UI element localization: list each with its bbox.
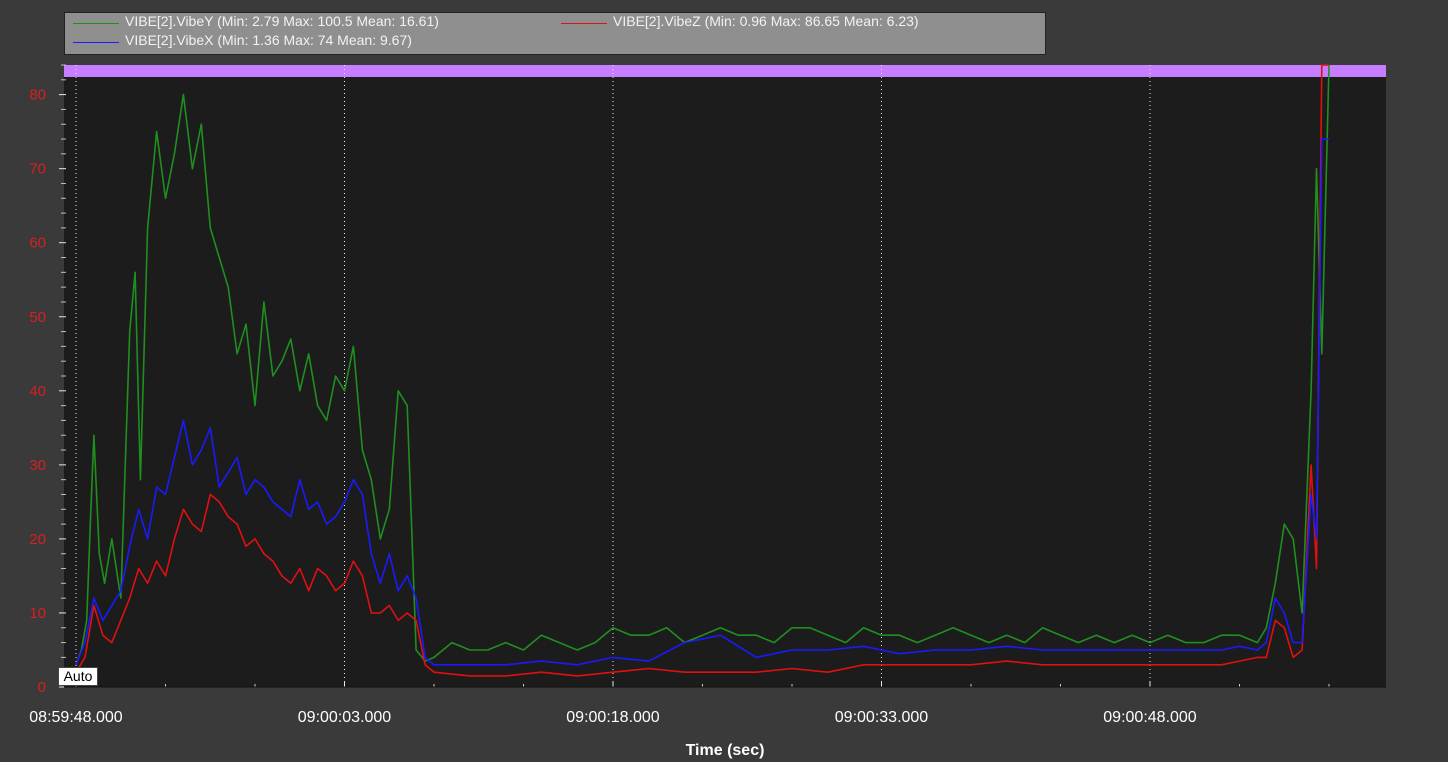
x-tick-label: 09:00:18.000 — [566, 709, 660, 726]
y-tick-label: 40 — [29, 383, 46, 400]
auto-scale-button[interactable]: Auto — [58, 667, 98, 686]
y-tick-label: 30 — [29, 457, 46, 474]
legend-label-vibex: VIBE[2].VibeX (Min: 1.36 Max: 74 Mean: 9… — [125, 32, 412, 48]
x-tick-label: 09:00:48.000 — [1103, 709, 1197, 726]
legend-label-vibey: VIBE[2].VibeY (Min: 2.79 Max: 100.5 Mean… — [125, 13, 439, 29]
x-tick-label: 09:00:03.000 — [298, 709, 392, 726]
legend-swatch-vibez — [561, 23, 607, 24]
x-tick-label: 09:00:33.000 — [835, 709, 929, 726]
legend-swatch-vibex — [73, 42, 119, 43]
y-tick-label: 60 — [29, 235, 46, 252]
y-tick-label: 0 — [38, 679, 46, 696]
y-tick-label: 80 — [29, 87, 46, 104]
legend-swatch-vibey — [73, 23, 119, 24]
plot-area — [64, 65, 1386, 687]
x-axis-title: Time (sec) — [686, 742, 765, 759]
legend-label-vibez: VIBE[2].VibeZ (Min: 0.96 Max: 86.65 Mean… — [613, 13, 919, 29]
x-tick-label: 08:59:48.000 — [29, 709, 123, 726]
vibration-chart: 08:59:48.000 09:00:03.000 09:00:18.000 09:0… — [29, 64, 1386, 759]
y-tick-label: 20 — [29, 531, 46, 548]
y-tick-label: 10 — [29, 605, 46, 622]
chart-legend: VIBE[2].VibeY (Min: 2.79 Max: 100.5 Mean… — [64, 12, 1046, 55]
y-tick-label: 50 — [29, 309, 46, 326]
top-status-band — [64, 65, 1386, 77]
y-tick-label: 70 — [29, 161, 46, 178]
